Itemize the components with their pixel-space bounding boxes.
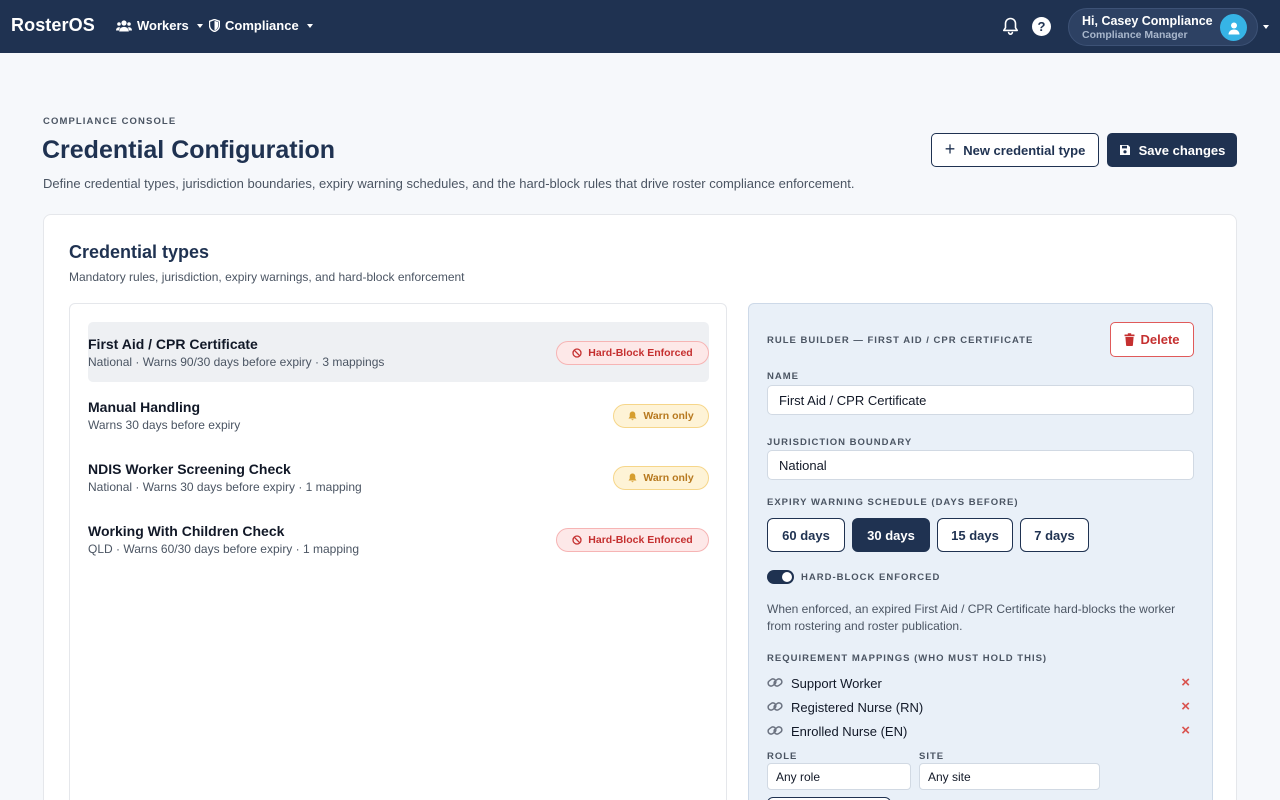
status-badge: Warn only bbox=[613, 404, 709, 428]
credential-meta: Warns 30 days before expiry bbox=[88, 418, 241, 432]
schedule-option-15-days[interactable]: 15 days bbox=[937, 518, 1013, 552]
credential-item-manual-handling[interactable]: Manual Handling Warns 30 days before exp… bbox=[88, 385, 709, 445]
card-subtitle: Mandatory rules, jurisdiction, expiry wa… bbox=[69, 270, 465, 284]
user-role: Compliance Manager bbox=[1082, 29, 1188, 41]
schedule-option-30-days[interactable]: 30 days bbox=[852, 518, 930, 552]
credential-meta: National · Warns 90/30 days before expir… bbox=[88, 355, 385, 369]
chevron-down-icon bbox=[196, 24, 203, 28]
bell-icon bbox=[628, 411, 637, 421]
credential-name: Manual Handling bbox=[88, 399, 200, 415]
help-icon[interactable]: ? bbox=[1032, 17, 1051, 36]
rule-builder-title: RULE BUILDER — FIRST AID / CPR CERTIFICA… bbox=[767, 335, 1034, 346]
credential-name: NDIS Worker Screening Check bbox=[88, 461, 291, 477]
remove-mapping-icon[interactable]: × bbox=[1181, 722, 1190, 739]
site-field-label: SITE bbox=[919, 751, 945, 762]
card-title: Credential types bbox=[69, 242, 210, 262]
credential-name: Working With Children Check bbox=[88, 523, 285, 539]
jurisdiction-field-label: JURISDICTION BOUNDARY bbox=[767, 437, 913, 448]
status-badge-label: Hard-Block Enforced bbox=[588, 347, 693, 359]
requirement-mappings-label: REQUIREMENT MAPPINGS (WHO MUST HOLD THIS… bbox=[767, 653, 1048, 664]
hard-block-toggle[interactable] bbox=[767, 570, 794, 584]
ban-icon bbox=[572, 348, 582, 358]
role-input[interactable] bbox=[767, 763, 911, 790]
mapping-label: Registered Nurse (RN) bbox=[791, 700, 924, 715]
nav-menu-workers-label: Workers bbox=[137, 18, 189, 33]
credential-name: First Aid / CPR Certificate bbox=[88, 336, 258, 352]
page-description: Define credential types, jurisdiction bo… bbox=[43, 176, 855, 191]
credential-item-first-aid[interactable]: First Aid / CPR Certificate National · W… bbox=[88, 322, 709, 382]
status-badge-label: Warn only bbox=[643, 472, 694, 484]
hard-block-note: When enforced, an expired First Aid / CP… bbox=[767, 602, 1176, 633]
new-credential-type-button[interactable]: + New credential type bbox=[931, 133, 1099, 167]
mapping-item: Enrolled Nurse (EN) × bbox=[767, 722, 1194, 742]
name-field-label: NAME bbox=[767, 371, 799, 382]
delete-button-label: Delete bbox=[1140, 332, 1180, 347]
new-credential-type-label: New credential type bbox=[963, 142, 1086, 158]
shield-icon bbox=[209, 19, 220, 32]
status-badge-label: Hard-Block Enforced bbox=[588, 534, 693, 546]
user-menu[interactable]: Hi, Casey Compliance Compliance Manager bbox=[1068, 8, 1258, 46]
plus-icon: + bbox=[944, 139, 956, 159]
mapping-label: Support Worker bbox=[791, 676, 882, 691]
role-field-label: ROLE bbox=[767, 751, 798, 762]
credential-item-wwcc[interactable]: Working With Children Check QLD · Warns … bbox=[88, 509, 709, 569]
status-badge: Warn only bbox=[613, 466, 709, 490]
brand-logo[interactable]: RosterOS bbox=[11, 15, 95, 36]
user-icon bbox=[1228, 22, 1239, 34]
users-icon bbox=[116, 19, 132, 31]
ban-icon bbox=[572, 535, 582, 545]
remove-mapping-icon[interactable]: × bbox=[1181, 674, 1190, 691]
nav-menu-compliance-label: Compliance bbox=[225, 18, 299, 33]
bell-icon[interactable] bbox=[1002, 17, 1019, 36]
link-icon bbox=[767, 702, 783, 711]
rule-builder-panel: RULE BUILDER — FIRST AID / CPR CERTIFICA… bbox=[748, 303, 1213, 800]
mapping-item: Registered Nurse (RN) × bbox=[767, 698, 1194, 718]
avatar bbox=[1220, 14, 1247, 41]
credential-meta: National · Warns 30 days before expiry ·… bbox=[88, 480, 362, 494]
credential-item-ndis-screening[interactable]: NDIS Worker Screening Check National · W… bbox=[88, 447, 709, 507]
schedule-option-7-days[interactable]: 7 days bbox=[1020, 518, 1089, 552]
bell-icon bbox=[628, 473, 637, 483]
credential-meta: QLD · Warns 60/30 days before expiry · 1… bbox=[88, 542, 360, 556]
chevron-down-icon[interactable] bbox=[1263, 25, 1269, 29]
chevron-down-icon bbox=[306, 24, 313, 28]
save-changes-label: Save changes bbox=[1138, 142, 1226, 158]
nav-menu-workers[interactable]: Workers bbox=[116, 18, 203, 33]
status-badge: Hard-Block Enforced bbox=[556, 341, 709, 365]
hard-block-label: HARD-BLOCK ENFORCED bbox=[801, 572, 941, 583]
site-input[interactable] bbox=[919, 763, 1100, 790]
remove-mapping-icon[interactable]: × bbox=[1181, 698, 1190, 715]
save-icon bbox=[1119, 145, 1130, 155]
save-changes-button[interactable]: Save changes bbox=[1107, 133, 1237, 167]
status-badge: Hard-Block Enforced bbox=[556, 528, 709, 552]
top-navbar: RosterOS Workers Compliance ? Hi, Casey … bbox=[0, 0, 1280, 53]
user-greeting: Hi, Casey Compliance bbox=[1082, 14, 1213, 28]
page-eyebrow: COMPLIANCE CONSOLE bbox=[43, 116, 177, 127]
jurisdiction-input[interactable] bbox=[767, 450, 1194, 480]
trash-icon bbox=[1124, 333, 1135, 346]
status-badge-label: Warn only bbox=[643, 410, 694, 422]
mapping-label: Enrolled Nurse (EN) bbox=[791, 724, 908, 739]
link-icon bbox=[767, 678, 783, 687]
schedule-option-60-days[interactable]: 60 days bbox=[767, 518, 845, 552]
name-input[interactable] bbox=[767, 385, 1194, 415]
delete-button[interactable]: Delete bbox=[1110, 322, 1194, 357]
link-icon bbox=[767, 726, 783, 735]
nav-menu-compliance[interactable]: Compliance bbox=[209, 18, 313, 33]
credential-list: First Aid / CPR Certificate National · W… bbox=[69, 303, 727, 800]
expiry-schedule-label: EXPIRY WARNING SCHEDULE (DAYS BEFORE) bbox=[767, 497, 1019, 508]
credential-types-card: Credential types Mandatory rules, jurisd… bbox=[43, 214, 1237, 800]
page-title: Credential Configuration bbox=[42, 136, 336, 164]
mapping-item: Support Worker × bbox=[767, 674, 1194, 694]
